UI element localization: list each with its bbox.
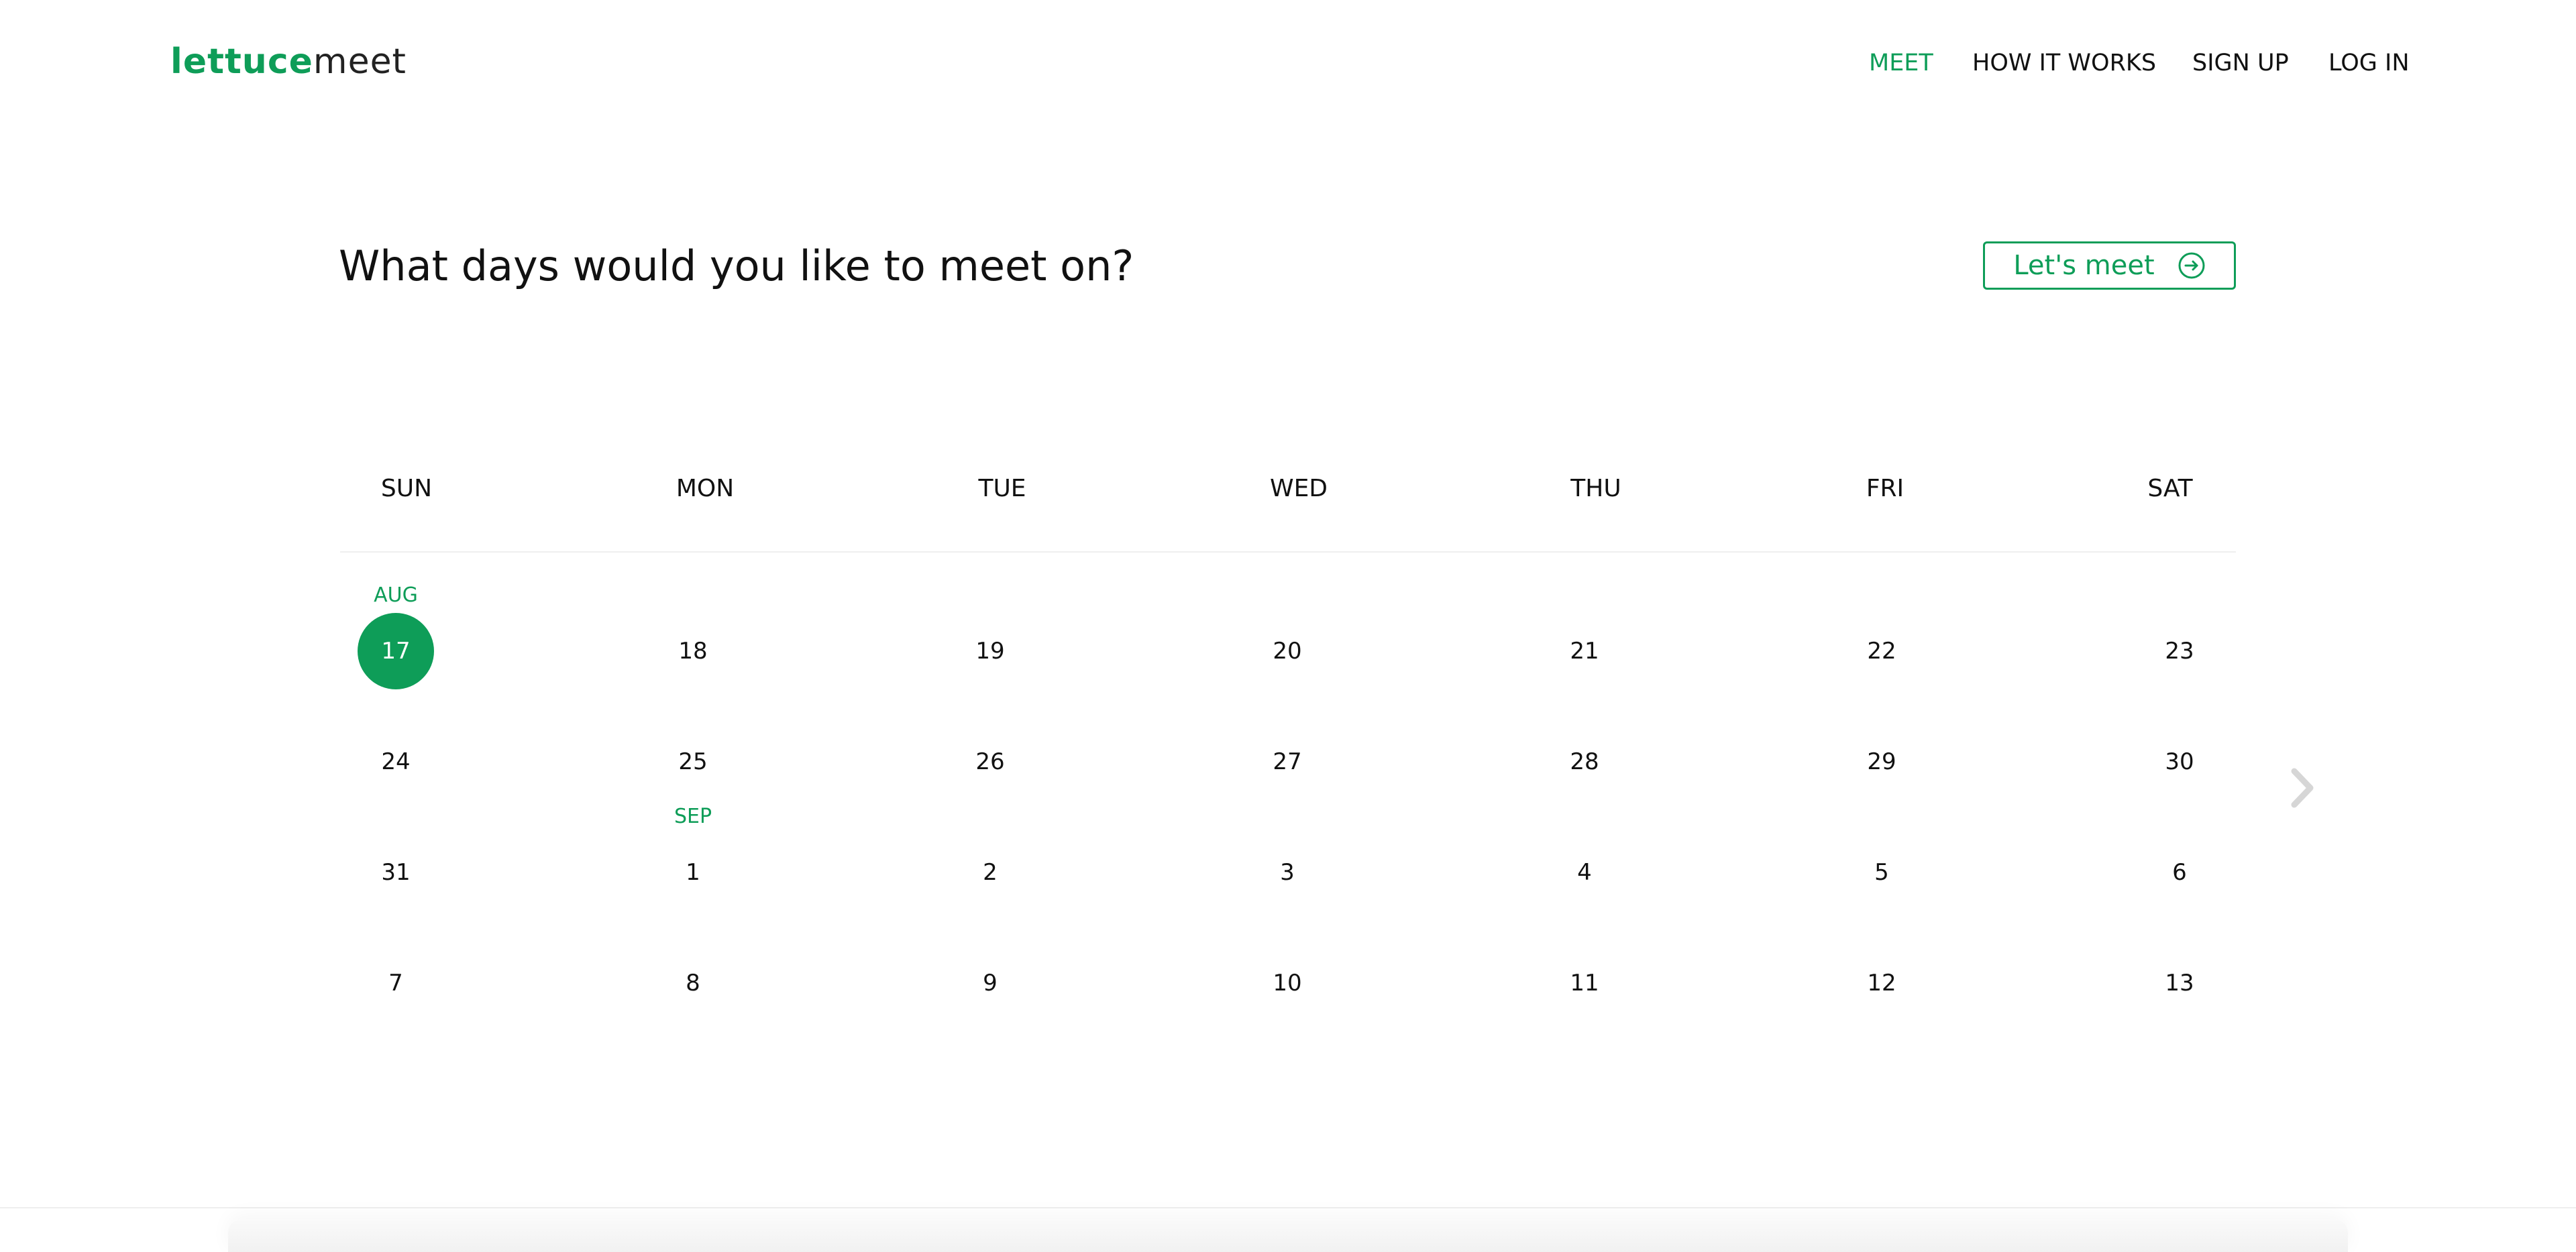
day-aug-22[interactable]: 22 [1843, 613, 1920, 689]
day-sep-13[interactable]: 13 [2141, 945, 2218, 1021]
day-sep-2[interactable]: 2 [952, 834, 1028, 911]
footer-divider [0, 1207, 2576, 1208]
page-title: What days would you like to meet on? [339, 241, 1134, 290]
day-sep-6[interactable]: 6 [2141, 834, 2218, 911]
month-label-sep: SEP [674, 805, 712, 828]
chevron-right-icon[interactable] [2285, 764, 2318, 811]
day-sep-10[interactable]: 10 [1249, 945, 1326, 1021]
day-aug-31[interactable]: 31 [358, 834, 434, 911]
nav-log-in[interactable]: LOG IN [2328, 50, 2410, 76]
day-aug-24[interactable]: 24 [358, 724, 434, 800]
nav-meet[interactable]: MEET [1869, 50, 1933, 76]
weekday-sun: SUN [380, 475, 433, 502]
weekday-thu: THU [1570, 475, 1621, 502]
day-aug-29[interactable]: 29 [1843, 724, 1920, 800]
day-aug-21[interactable]: 21 [1546, 613, 1623, 689]
day-sep-12[interactable]: 12 [1843, 945, 1920, 1021]
weekday-sat: SAT [2147, 475, 2193, 502]
day-aug-18[interactable]: 18 [655, 613, 731, 689]
arrow-right-circle-icon [2178, 252, 2205, 279]
lets-meet-button[interactable]: Let's meet [1983, 241, 2236, 290]
day-aug-26[interactable]: 26 [952, 724, 1028, 800]
weekday-divider [340, 551, 2236, 553]
day-aug-17[interactable]: 17 [358, 613, 434, 689]
day-sep-1[interactable]: 1 [655, 834, 731, 911]
day-aug-27[interactable]: 27 [1249, 724, 1326, 800]
nav-how-it-works[interactable]: HOW IT WORKS [1972, 50, 2156, 76]
day-sep-11[interactable]: 11 [1546, 945, 1623, 1021]
logo-lettuce: lettuce [170, 42, 313, 82]
logo[interactable]: lettucemeet [170, 42, 407, 82]
footer-panel [228, 1219, 2348, 1252]
weekday-wed: WED [1269, 475, 1328, 502]
nav-sign-up[interactable]: SIGN UP [2192, 50, 2289, 76]
day-aug-28[interactable]: 28 [1546, 724, 1623, 800]
weekday-fri: FRI [1866, 475, 1904, 502]
day-sep-3[interactable]: 3 [1249, 834, 1326, 911]
page: lettucemeet MEET HOW IT WORKS SIGN UP LO… [0, 0, 2576, 1252]
day-aug-25[interactable]: 25 [655, 724, 731, 800]
day-sep-9[interactable]: 9 [952, 945, 1028, 1021]
day-sep-5[interactable]: 5 [1843, 834, 1920, 911]
day-sep-4[interactable]: 4 [1546, 834, 1623, 911]
logo-meet: meet [313, 42, 407, 82]
day-aug-19[interactable]: 19 [952, 613, 1028, 689]
lets-meet-label: Let's meet [2013, 250, 2155, 281]
month-label-aug: AUG [374, 583, 418, 607]
day-aug-23[interactable]: 23 [2141, 613, 2218, 689]
day-sep-7[interactable]: 7 [358, 945, 434, 1021]
weekday-tue: TUE [978, 475, 1026, 502]
day-sep-8[interactable]: 8 [655, 945, 731, 1021]
day-aug-30[interactable]: 30 [2141, 724, 2218, 800]
weekday-mon: MON [676, 475, 735, 502]
day-aug-20[interactable]: 20 [1249, 613, 1326, 689]
